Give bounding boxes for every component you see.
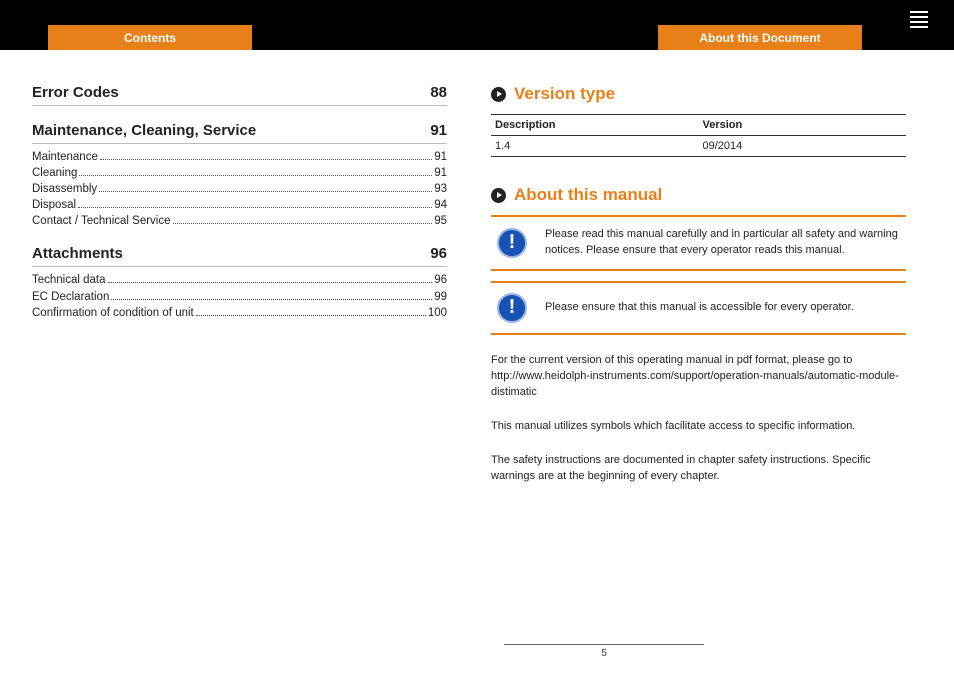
notice-box: ! Please ensure that this manual is acce… — [491, 281, 906, 335]
tab-about-document[interactable]: About this Document — [658, 25, 862, 50]
toc-entry[interactable]: Disposal 94 — [32, 197, 447, 213]
section-version-type: Version type — [491, 84, 906, 104]
leader-dots — [79, 175, 432, 176]
toc-entry[interactable]: Contact / Technical Service 95 — [32, 213, 447, 229]
toc-entry-title: Contact / Technical Service — [32, 213, 171, 229]
toc-entry[interactable]: Maintenance 91 — [32, 149, 447, 165]
toc-entry-title: Disposal — [32, 197, 76, 213]
contents-column: Error Codes 88 Maintenance, Cleaning, Serv… — [32, 84, 447, 485]
toc-heading-page: 88 — [430, 84, 447, 101]
th-version: Version — [699, 115, 907, 136]
exclamation-icon: ! — [497, 228, 527, 258]
toc-entry-page: 99 — [434, 289, 447, 305]
toc-entry-page: 96 — [434, 272, 447, 288]
notice-text: Please read this manual carefully and in… — [545, 227, 900, 259]
toc-heading-page: 96 — [430, 245, 447, 262]
toc-section: Maintenance, Cleaning, Service91Maintena… — [32, 122, 447, 229]
exclamation-icon: ! — [497, 293, 527, 323]
arrow-icon — [491, 188, 506, 203]
leader-dots — [111, 299, 432, 300]
toc-section: Error Codes 88 — [32, 84, 447, 106]
notice-box: ! Please read this manual carefully and … — [491, 215, 906, 271]
toc-entry-title: Confirmation of condition of unit — [32, 305, 194, 321]
toc-entry-title: Cleaning — [32, 165, 77, 181]
toc-entry-page: 91 — [434, 165, 447, 181]
document-column: Version type Description Version 1.4 09/… — [491, 84, 906, 485]
leader-dots — [100, 159, 432, 160]
toc-entry-title: Disassembly — [32, 181, 97, 197]
heading-version-type: Version type — [514, 84, 615, 104]
toc-entry[interactable]: Technical data 96 — [32, 272, 447, 288]
toc-entry[interactable]: Cleaning 91 — [32, 165, 447, 181]
tab-contents[interactable]: Contents — [48, 25, 252, 50]
page-body: Error Codes 88 Maintenance, Cleaning, Serv… — [0, 50, 954, 485]
toc-entry-title: EC Declaration — [32, 289, 109, 305]
table-row: 1.4 09/2014 — [491, 136, 906, 157]
toc-heading-title: Attachments — [32, 245, 123, 262]
toc-heading-title: Maintenance, Cleaning, Service — [32, 122, 256, 139]
toc-entry-page: 100 — [428, 305, 447, 321]
toc-entry-page: 91 — [434, 149, 447, 165]
version-table: Description Version 1.4 09/2014 — [491, 114, 906, 157]
toc-heading-title: Error Codes — [32, 84, 119, 101]
toc-heading-page: 91 — [430, 122, 447, 139]
toc-entry[interactable]: Confirmation of condition of unit 100 — [32, 305, 447, 321]
toc-heading[interactable]: Error Codes 88 — [32, 84, 447, 106]
th-description: Description — [491, 115, 699, 136]
header-tabs: Contents About this Document — [48, 25, 862, 50]
page-number: 5 — [504, 644, 704, 659]
leader-dots — [108, 282, 433, 283]
paragraph: The safety instructions are documented i… — [491, 453, 906, 485]
toc-entry-page: 94 — [434, 197, 447, 213]
paragraph: This manual utilizes symbols which facil… — [491, 419, 906, 435]
leader-dots — [196, 315, 426, 316]
toc-section: Attachments96Technical data96EC Declarat… — [32, 245, 447, 320]
toc-entry[interactable]: Disassembly 93 — [32, 181, 447, 197]
toc-entry-page: 95 — [434, 213, 447, 229]
toc-heading[interactable]: Maintenance, Cleaning, Service 91 — [32, 122, 447, 144]
leader-dots — [99, 191, 432, 192]
toc-entry-page: 93 — [434, 181, 447, 197]
menu-icon[interactable] — [910, 11, 928, 40]
heading-about-manual: About this manual — [514, 185, 662, 205]
toc-entry[interactable]: EC Declaration 99 — [32, 289, 447, 305]
toc-entry-title: Maintenance — [32, 149, 98, 165]
section-about-manual: About this manual — [491, 185, 906, 205]
paragraph: For the current version of this operatin… — [491, 353, 906, 401]
arrow-icon — [491, 87, 506, 102]
cell-description: 1.4 — [491, 136, 699, 157]
toc-heading[interactable]: Attachments 96 — [32, 245, 447, 267]
cell-version: 09/2014 — [699, 136, 907, 157]
top-bar: Contents About this Document — [0, 0, 954, 50]
leader-dots — [173, 223, 433, 224]
leader-dots — [78, 207, 432, 208]
notice-text: Please ensure that this manual is access… — [545, 300, 854, 316]
toc-entry-title: Technical data — [32, 272, 106, 288]
